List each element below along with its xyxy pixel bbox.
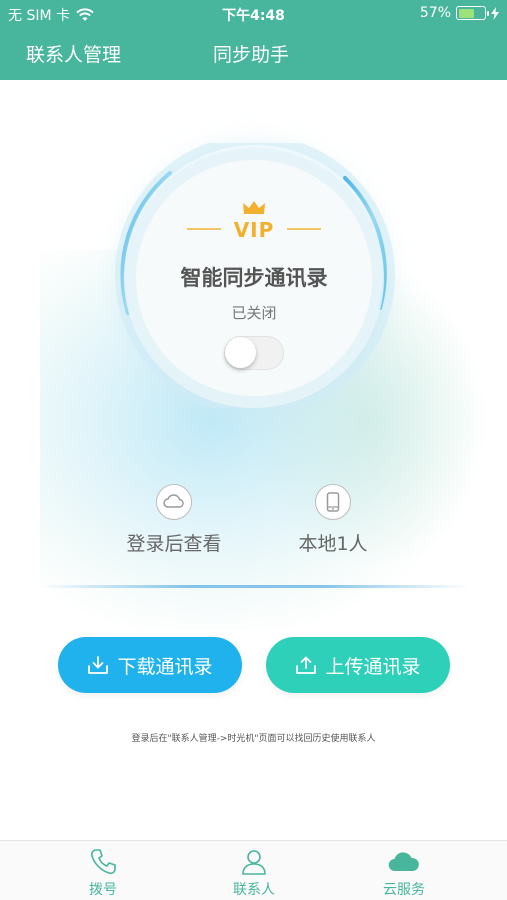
cloud-service-icon xyxy=(388,852,419,872)
upload-label: 上传通讯录 xyxy=(325,655,421,678)
bottom-tab-bar: 拨号 联系人 云服务 xyxy=(0,840,507,900)
vip-line-left xyxy=(187,228,221,230)
vip-line-right xyxy=(287,228,321,230)
top-nav: 联系人管理 同步助手 xyxy=(0,28,507,80)
battery-percent: 57% xyxy=(419,5,451,21)
tab-contacts-management[interactable]: 联系人管理 xyxy=(26,40,121,67)
tab-sync-assistant[interactable]: 同步助手 xyxy=(213,40,289,67)
upload-contacts-button[interactable]: 上传通讯录 xyxy=(266,637,450,693)
cloud-contacts-info[interactable]: 登录后查看 xyxy=(108,484,240,556)
recovery-hint: 登录后在"联系人管理->时光机"页面可以找回历史使用联系人 xyxy=(131,734,376,744)
tab-contacts-label: 联系人 xyxy=(233,882,275,898)
toggle-knob xyxy=(225,337,256,368)
local-contacts-info[interactable]: 本地1人 xyxy=(270,484,396,556)
person-icon xyxy=(242,850,266,875)
download-label: 下载通讯录 xyxy=(117,655,213,678)
download-icon xyxy=(88,656,109,674)
battery-icon xyxy=(456,6,489,20)
sync-toggle[interactable] xyxy=(224,336,284,370)
vip-label: VIP xyxy=(233,218,275,242)
phone-icon xyxy=(90,849,116,875)
tab-cloud-service-label: 云服务 xyxy=(383,882,425,898)
status-right: 57% xyxy=(420,5,499,21)
status-bar: 无 SIM 卡 下午4:48 57% xyxy=(0,0,507,28)
local-info-label: 本地1人 xyxy=(298,533,368,555)
sync-status: 已关闭 xyxy=(231,304,277,322)
crown-icon xyxy=(243,201,265,214)
cloud-icon xyxy=(156,484,192,520)
vip-badge: VIP xyxy=(187,201,321,248)
phone-device-icon xyxy=(315,484,351,520)
tab-dial-label: 拨号 xyxy=(89,882,117,898)
upload-icon xyxy=(296,656,317,674)
tab-cloud-service[interactable]: 云服务 xyxy=(354,847,454,899)
divider xyxy=(40,585,470,588)
sync-title: 智能同步通讯录 xyxy=(180,266,328,290)
tab-contacts[interactable]: 联系人 xyxy=(204,847,304,899)
charging-icon xyxy=(491,6,499,20)
cloud-info-label: 登录后查看 xyxy=(126,533,222,555)
tab-dial[interactable]: 拨号 xyxy=(53,847,153,899)
download-contacts-button[interactable]: 下载通讯录 xyxy=(58,637,242,693)
